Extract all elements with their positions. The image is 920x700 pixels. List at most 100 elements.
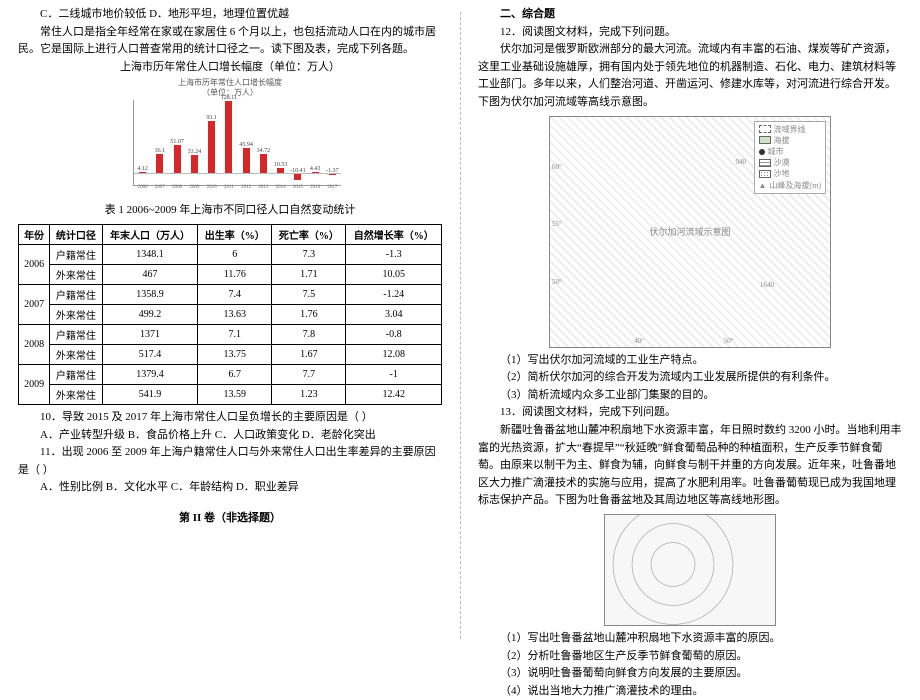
bar: 128.11	[225, 101, 232, 174]
map-label: 伏尔加河流域示意图	[649, 225, 730, 238]
cell-nat: 12.42	[346, 384, 442, 404]
cell-death: 1.67	[272, 344, 346, 364]
right-column: 二、综合题 12．阅读图文材料，完成下列问题。 伏尔加河是俄罗斯欧洲部分的最大河…	[460, 0, 920, 651]
cell-pop: 1379.4	[102, 364, 198, 384]
bar-value-label: 93.1	[206, 115, 217, 121]
x-tick-label: 2014	[276, 185, 286, 190]
x-tick-label: 2017	[327, 185, 337, 190]
bar: -1.37	[329, 174, 336, 175]
q12-2: （2）简析伏尔加河的综合开发为流域内工业发展所提供的有利条件。	[478, 369, 902, 387]
bar: -10.41	[294, 174, 301, 180]
cell-birth: 6	[198, 244, 272, 264]
chart-title-line1: 上海市历年常住人口增长幅度	[178, 78, 282, 87]
q11-options: A．性别比例 B．文化水平 C．年龄结构 D．职业差异	[18, 479, 442, 497]
peak-h2: 1640	[760, 281, 774, 289]
legend-sand: 沙地	[759, 168, 821, 179]
cell-nat: 10.05	[346, 264, 442, 284]
x-tick-label: 2011	[224, 185, 234, 190]
coord-n2: 55°	[552, 220, 562, 228]
coord-n3: 60°	[552, 163, 562, 171]
th-year: 年份	[19, 224, 50, 244]
cell-year: 2006	[19, 244, 50, 284]
cell-nat: -1.24	[346, 284, 442, 304]
x-tick-label: 2007	[155, 185, 165, 190]
cell-pop: 467	[102, 264, 198, 284]
bar: 33.24	[191, 155, 198, 174]
bar-value-label: 45.94	[239, 142, 253, 148]
coord-e2: 50°	[724, 337, 734, 345]
coord-n1: 50°	[552, 278, 562, 286]
th-death: 死亡率（%）	[272, 224, 346, 244]
cell-birth: 13.63	[198, 304, 272, 324]
cell-pop: 499.2	[102, 304, 198, 324]
cell-pop: 1348.1	[102, 244, 198, 264]
cell-kind: 外来常住	[50, 384, 103, 404]
section-2-title: 第 II 卷（非选择题）	[18, 509, 442, 525]
zero-line	[134, 173, 341, 174]
bar-value-label: 4.12	[137, 166, 148, 172]
legend-boundary: 流域界线	[759, 124, 821, 135]
cell-death: 1.23	[272, 384, 346, 404]
cell-death: 7.3	[272, 244, 346, 264]
table-row: 2007户籍常住1358.97.47.5-1.24	[19, 284, 442, 304]
legend-peak: ▲山峰及海拔(m)	[759, 180, 821, 191]
table-body: 2006户籍常住1348.167.3-1.3外来常住46711.761.7110…	[19, 244, 442, 404]
legend-city: 城市	[759, 146, 821, 157]
cell-birth: 13.59	[198, 384, 272, 404]
bar: 93.1	[208, 121, 215, 174]
cell-birth: 7.1	[198, 324, 272, 344]
stem-paragraph: 常住人口是指全年经常在家或在家居住 6 个月以上，也包括流动人口在内的城市居民。…	[18, 24, 442, 59]
turpan-map	[604, 514, 776, 626]
cell-nat: 3.04	[346, 304, 442, 324]
q13-4: （4）说出当地大力推广滴灌技术的理由。	[478, 683, 902, 700]
bar: 45.94	[243, 148, 250, 174]
chart-caption: 上海市历年常住人口增长幅度（单位：万人）	[18, 59, 442, 77]
table-header-row: 年份 统计口径 年末人口（万人） 出生率（%） 死亡率（%） 自然增长率（%）	[19, 224, 442, 244]
bar-value-label: 34.72	[257, 148, 271, 154]
cell-nat: -1	[346, 364, 442, 384]
page: C．二线城市地价较低 D．地形平坦，地理位置优越 常住人口是指全年经常在家或在家…	[0, 0, 920, 651]
part2-heading: 二、综合题	[478, 6, 902, 24]
bar-value-label: 128.11	[221, 95, 237, 101]
legend-desert: 沙漠	[759, 157, 821, 168]
cell-birth: 13.75	[198, 344, 272, 364]
cell-death: 7.5	[272, 284, 346, 304]
chart-area: 4.12200636.1200751.07200833.24200993.120…	[133, 100, 341, 186]
cell-kind: 户籍常住	[50, 364, 103, 384]
cell-kind: 户籍常住	[50, 244, 103, 264]
bar: 36.1	[156, 154, 163, 174]
th-pop: 年末人口（万人）	[102, 224, 198, 244]
cell-birth: 7.4	[198, 284, 272, 304]
table-row: 外来常住499.213.631.763.04	[19, 304, 442, 324]
cell-nat: -1.3	[346, 244, 442, 264]
cell-year: 2007	[19, 284, 50, 324]
options-cd: C．二线城市地价较低 D．地形平坦，地理位置优越	[18, 6, 442, 24]
left-column: C．二线城市地价较低 D．地形平坦，地理位置优越 常住人口是指全年经常在家或在家…	[0, 0, 460, 651]
coord-e1: 40°	[634, 337, 644, 345]
x-tick-label: 2008	[172, 185, 182, 190]
cell-kind: 户籍常住	[50, 284, 103, 304]
cell-pop: 517.4	[102, 344, 198, 364]
cell-death: 7.8	[272, 324, 346, 344]
bar-value-label: 51.07	[170, 139, 184, 145]
q12-title: 12．阅读图文材料，完成下列问题。	[478, 24, 902, 42]
volga-map: 伏尔加河流域示意图 流域界线 海拔 城市 沙漠 沙地 ▲山峰及海拔(m) 40°…	[549, 116, 831, 348]
cell-nat: -0.8	[346, 324, 442, 344]
cell-birth: 11.76	[198, 264, 272, 284]
table-row: 外来常住517.413.751.6712.08	[19, 344, 442, 364]
table-row: 2008户籍常住13717.17.8-0.8	[19, 324, 442, 344]
x-tick-label: 2013	[258, 185, 268, 190]
x-tick-label: 2015	[293, 185, 303, 190]
bar-chart: 上海市历年常住人口增长幅度 （单位：万人） 4.12200636.1200751…	[115, 78, 345, 198]
cell-kind: 户籍常住	[50, 324, 103, 344]
peak-h1: 940	[736, 158, 747, 166]
q12-1: （1）写出伏尔加河流域的工业生产特点。	[478, 352, 902, 370]
th-nat: 自然增长率（%）	[346, 224, 442, 244]
bar-value-label: 10.53	[274, 162, 288, 168]
q13-paragraph: 新疆吐鲁番盆地山麓冲积扇地下水资源丰富，年日照时数约 3200 小时。当地利用丰…	[478, 422, 902, 510]
cell-death: 1.76	[272, 304, 346, 324]
table-row: 外来常住541.913.591.2312.42	[19, 384, 442, 404]
cell-birth: 6.7	[198, 364, 272, 384]
th-birth: 出生率（%）	[198, 224, 272, 244]
bar-value-label: 36.1	[155, 148, 166, 154]
